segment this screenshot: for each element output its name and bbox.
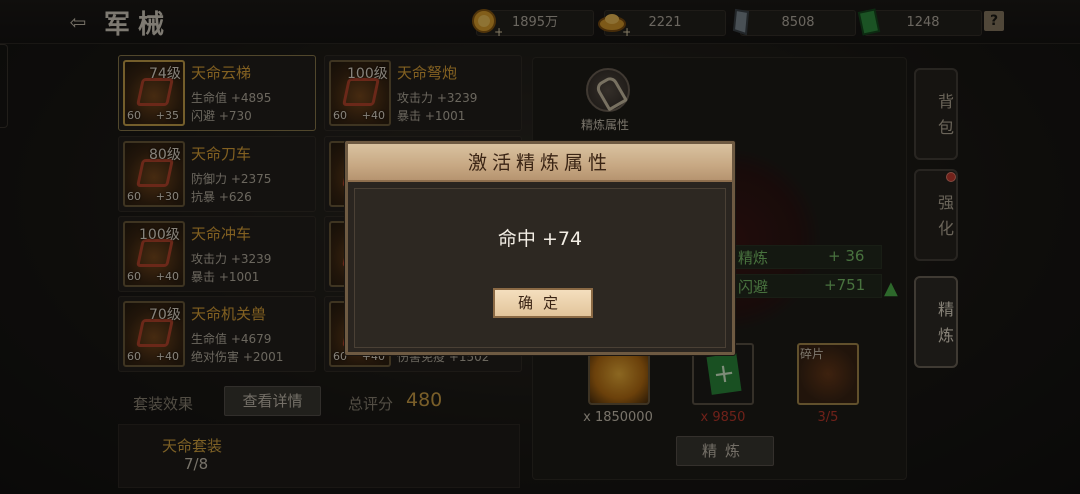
confirm-button[interactable]: 确定 xyxy=(493,288,593,318)
dialog-body xyxy=(354,188,726,348)
dialog-title: 激活精炼属性 xyxy=(467,152,612,174)
dialog-message: 命中 +74 xyxy=(497,228,583,250)
activate-refine-dialog: 激活精炼属性 命中 +74 确定 xyxy=(345,141,735,355)
